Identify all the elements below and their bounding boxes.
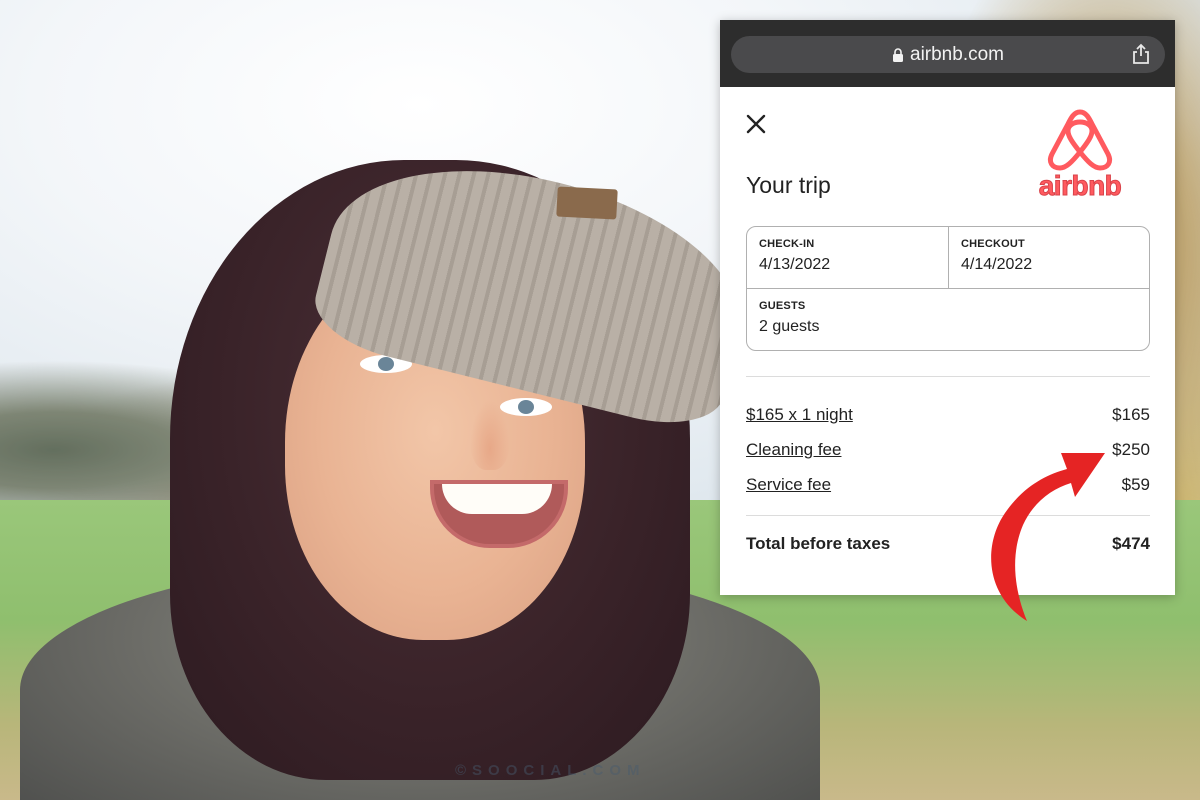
- service-fee-amount: $59: [1121, 475, 1150, 494]
- nose: [470, 400, 510, 470]
- guests-value: 2 guests: [759, 318, 820, 335]
- total-amount: $474: [1112, 534, 1150, 553]
- guests-field[interactable]: GUESTS 2 guests: [747, 289, 1149, 350]
- watermark: ©SOOCIAL.COM: [455, 762, 646, 779]
- airbnb-logo-icon: [1047, 109, 1113, 171]
- lock-icon: [893, 47, 903, 62]
- teeth: [442, 484, 552, 514]
- guests-label: GUESTS: [759, 300, 806, 312]
- cleaning-fee-amount: $250: [1112, 440, 1150, 459]
- arrow-shape: [991, 453, 1105, 621]
- divider: [746, 376, 1150, 377]
- checkout-value: 4/14/2022: [961, 256, 1033, 273]
- page-title: Your trip: [746, 172, 831, 198]
- url-field[interactable]: airbnb.com: [731, 36, 1165, 73]
- beanie-tag: [556, 186, 618, 220]
- airbnb-wordmark: airbnb: [1038, 170, 1122, 202]
- browser-address-bar: airbnb.com: [720, 20, 1175, 87]
- checkin-field[interactable]: CHECK-IN 4/13/2022: [747, 227, 949, 289]
- checkout-label: CHECKOUT: [961, 238, 1025, 250]
- nightly-rate-link[interactable]: $165 x 1 night: [746, 405, 853, 425]
- cleaning-fee-link[interactable]: Cleaning fee: [746, 440, 841, 460]
- trip-details-box: CHECK-IN 4/13/2022 CHECKOUT 4/14/2022 GU…: [746, 226, 1150, 351]
- url-text: airbnb.com: [910, 43, 1004, 65]
- checkout-field[interactable]: CHECKOUT 4/14/2022: [949, 227, 1149, 289]
- close-icon[interactable]: [744, 112, 768, 136]
- nightly-rate-amount: $165: [1112, 405, 1150, 424]
- checkin-value: 4/13/2022: [759, 256, 831, 273]
- total-label: Total before taxes: [746, 534, 891, 553]
- arrow-annotation-icon: [991, 453, 1105, 621]
- service-fee-link[interactable]: Service fee: [746, 475, 831, 495]
- share-icon[interactable]: [1131, 43, 1151, 65]
- checkin-label: CHECK-IN: [759, 238, 815, 250]
